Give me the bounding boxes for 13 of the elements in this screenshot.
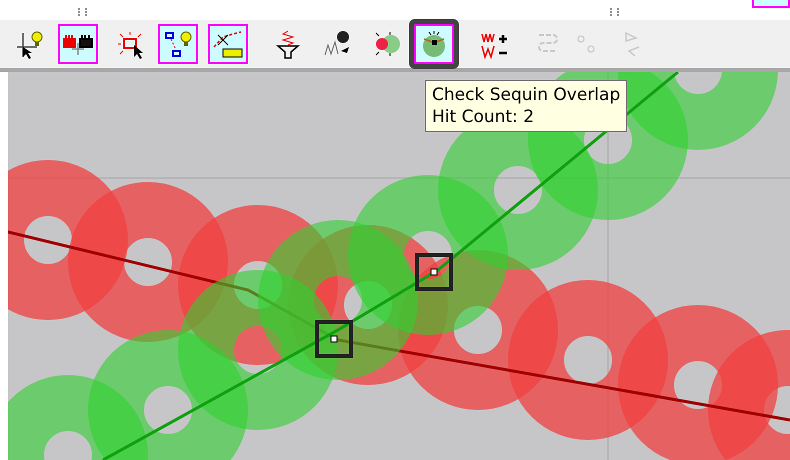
partial-toolbar-button[interactable] bbox=[752, 0, 790, 8]
overlap-marker-icon bbox=[315, 320, 353, 358]
path-ruler-icon bbox=[213, 29, 243, 59]
sequin-spacing-tool-button[interactable] bbox=[58, 24, 98, 64]
toolbar-grip[interactable] bbox=[610, 8, 619, 16]
node-bulb-tool-button[interactable] bbox=[158, 24, 198, 64]
tooltip-title: Check Sequin Overlap bbox=[432, 84, 620, 106]
cursor-bulb-icon bbox=[15, 29, 45, 59]
toolbar-grip[interactable] bbox=[78, 8, 87, 16]
tooltip-detail: Hit Count: 2 bbox=[432, 106, 536, 128]
overlap-marker-icon bbox=[415, 253, 453, 291]
node-bulb-icon bbox=[163, 29, 193, 59]
path-ruler-tool-button[interactable] bbox=[208, 24, 248, 64]
